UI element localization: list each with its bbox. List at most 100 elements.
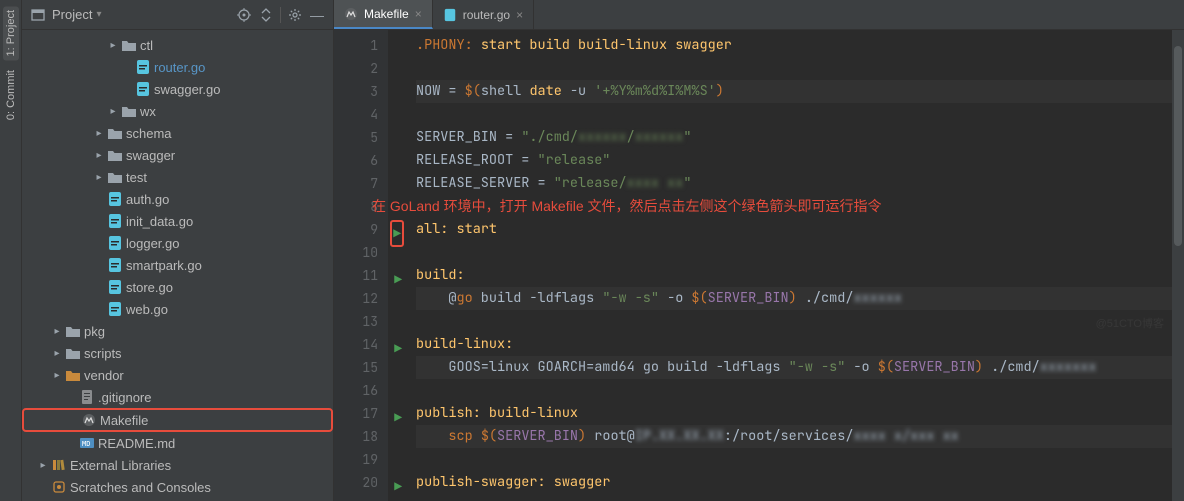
file-init_data-go[interactable]: init_data.go (22, 210, 333, 232)
folder-swagger[interactable]: ▸swagger (22, 144, 333, 166)
file-logger-go[interactable]: logger.go (22, 232, 333, 254)
code-line[interactable] (416, 103, 1184, 126)
expand-arrow-icon[interactable]: ▸ (50, 326, 64, 337)
rail-item-project[interactable]: 1: Project (3, 6, 19, 60)
code-line[interactable]: RELEASE_ROOT = "release" (416, 149, 1184, 172)
line-number: 9▶ (334, 218, 388, 241)
rail-item-commit[interactable]: 0: Commit (3, 66, 19, 124)
file-router-go[interactable]: router.go (22, 56, 333, 78)
expand-arrow-icon[interactable]: ▸ (92, 150, 106, 161)
tab-router-go[interactable]: router.go× (433, 0, 534, 29)
mk-icon (80, 413, 98, 427)
folder-pkg[interactable]: ▸pkg (22, 320, 333, 342)
code-line[interactable] (416, 241, 1184, 264)
tree-label: Makefile (100, 413, 148, 428)
tree-label: External Libraries (70, 458, 171, 473)
line-number: 10 (334, 241, 388, 264)
line-number: 12 (334, 287, 388, 310)
tree-label: vendor (84, 368, 124, 383)
project-tool-window: Project ▾ — ▸ctlrouter.goswagger.go▸wx▸s… (22, 0, 334, 501)
code-line[interactable] (416, 379, 1184, 402)
code-line[interactable]: NOW = $(shell date -u '+%Y%m%d%I%M%S') (416, 80, 1184, 103)
tree-label: swagger.go (154, 82, 221, 97)
locate-icon[interactable] (236, 7, 252, 23)
tree-label: wx (140, 104, 156, 119)
code-line[interactable]: RELEASE_SERVER = "release/xxxx xx" (416, 172, 1184, 195)
scrollbar-thumb[interactable] (1174, 46, 1182, 246)
tree-label: Scratches and Consoles (70, 480, 211, 495)
file-scratches-and-consoles[interactable]: Scratches and Consoles (22, 476, 333, 498)
folder-icon (120, 104, 138, 118)
code-line[interactable]: publish-swagger: swagger (416, 471, 1184, 494)
expand-arrow-icon[interactable]: ▸ (106, 40, 120, 51)
line-number: 20▶ (334, 471, 388, 494)
line-number: 18 (334, 425, 388, 448)
code-line[interactable]: 在 GoLand 环境中，打开 Makefile 文件，然后点击左侧这个绿色箭头… (372, 195, 1184, 218)
code-line[interactable]: all: start (416, 218, 1184, 241)
hide-icon[interactable]: — (309, 7, 325, 23)
line-number: 4 (334, 103, 388, 126)
expand-arrow-icon[interactable]: ▸ (50, 370, 64, 381)
watermark: @51CTO博客 (1096, 315, 1164, 331)
tree-label: scripts (84, 346, 122, 361)
tree-label: test (126, 170, 147, 185)
tree-label: ctl (140, 38, 153, 53)
close-icon[interactable]: × (415, 7, 422, 21)
expand-arrow-icon[interactable]: ▸ (36, 460, 50, 471)
folder-ctl[interactable]: ▸ ctl (22, 34, 333, 56)
project-tree[interactable]: ▸ ctl router.go swagger.go ▸ wx ▸schema▸swagge… (22, 30, 333, 501)
file-smartpark-go[interactable]: smartpark.go (22, 254, 333, 276)
project-title[interactable]: Project ▾ (52, 7, 102, 22)
annotation-text: 在 GoLand 环境中，打开 Makefile 文件，然后点击左侧这个绿色箭头… (372, 198, 882, 214)
gear-icon[interactable] (287, 7, 303, 23)
file-readme-md[interactable]: MDREADME.md (22, 432, 333, 454)
file-auth-go[interactable]: auth.go (22, 188, 333, 210)
expand-all-icon[interactable] (258, 7, 274, 23)
code-line[interactable]: publish: build-linux (416, 402, 1184, 425)
line-number: 3 (334, 80, 388, 103)
lib-icon (50, 458, 68, 472)
code-line[interactable]: SERVER_BIN = "./cmd/xxxxxx/xxxxxx" (416, 126, 1184, 149)
code-line[interactable]: scp $(SERVER_BIN) root@IP.XX.XX.XX:/root… (416, 425, 1184, 448)
code-line[interactable]: @go build -ldflags "-w -s" -o $(SERVER_B… (416, 287, 1184, 310)
code-editor[interactable]: .PHONY: start build build-linux swagger N… (388, 30, 1184, 501)
tab-makefile[interactable]: Makefile× (334, 0, 433, 29)
file-web-go[interactable]: web.go (22, 298, 333, 320)
file-external-libraries[interactable]: ▸ External Libraries (22, 454, 333, 476)
expand-arrow-icon[interactable]: ▸ (106, 106, 120, 117)
folder-vendor[interactable]: ▸ vendor (22, 364, 333, 386)
tree-label: auth.go (126, 192, 169, 207)
tree-label: README.md (98, 436, 175, 451)
go-icon (106, 301, 124, 317)
go-icon (134, 59, 152, 75)
code-line[interactable]: GOOS=linux GOARCH=amd64 go build -ldflag… (416, 356, 1184, 379)
code-line[interactable] (416, 310, 1184, 333)
folder-schema[interactable]: ▸schema (22, 122, 333, 144)
code-line[interactable]: build: (416, 264, 1184, 287)
code-line[interactable]: .PHONY: start build build-linux swagger (416, 34, 1184, 57)
md-icon: MD (78, 436, 96, 450)
expand-arrow-icon[interactable]: ▸ (92, 128, 106, 139)
editor-area: Makefile×router.go× 123456789▶1011▶12131… (334, 0, 1184, 501)
tree-label: store.go (126, 280, 173, 295)
tree-label: .gitignore (98, 390, 151, 405)
folder-scripts[interactable]: ▸ scripts (22, 342, 333, 364)
file-swagger-go[interactable]: swagger.go (22, 78, 333, 100)
file-store-go[interactable]: store.go (22, 276, 333, 298)
folder-test[interactable]: ▸ test (22, 166, 333, 188)
expand-arrow-icon[interactable]: ▸ (92, 172, 106, 183)
expand-arrow-icon[interactable]: ▸ (50, 348, 64, 359)
folder-icon (120, 38, 138, 52)
folder-wx[interactable]: ▸ wx (22, 100, 333, 122)
file-makefile[interactable]: Makefile (22, 408, 333, 432)
line-number: 15 (334, 356, 388, 379)
editor-body: 123456789▶1011▶121314▶151617▶181920▶ .PH… (334, 30, 1184, 501)
folder-icon (64, 346, 82, 360)
code-line[interactable]: build-linux: (416, 333, 1184, 356)
file--gitignore[interactable]: .gitignore (22, 386, 333, 408)
close-icon[interactable]: × (516, 8, 523, 22)
line-number: 5 (334, 126, 388, 149)
editor-scrollbar[interactable] (1172, 30, 1184, 501)
code-line[interactable] (416, 448, 1184, 471)
code-line[interactable] (416, 57, 1184, 80)
